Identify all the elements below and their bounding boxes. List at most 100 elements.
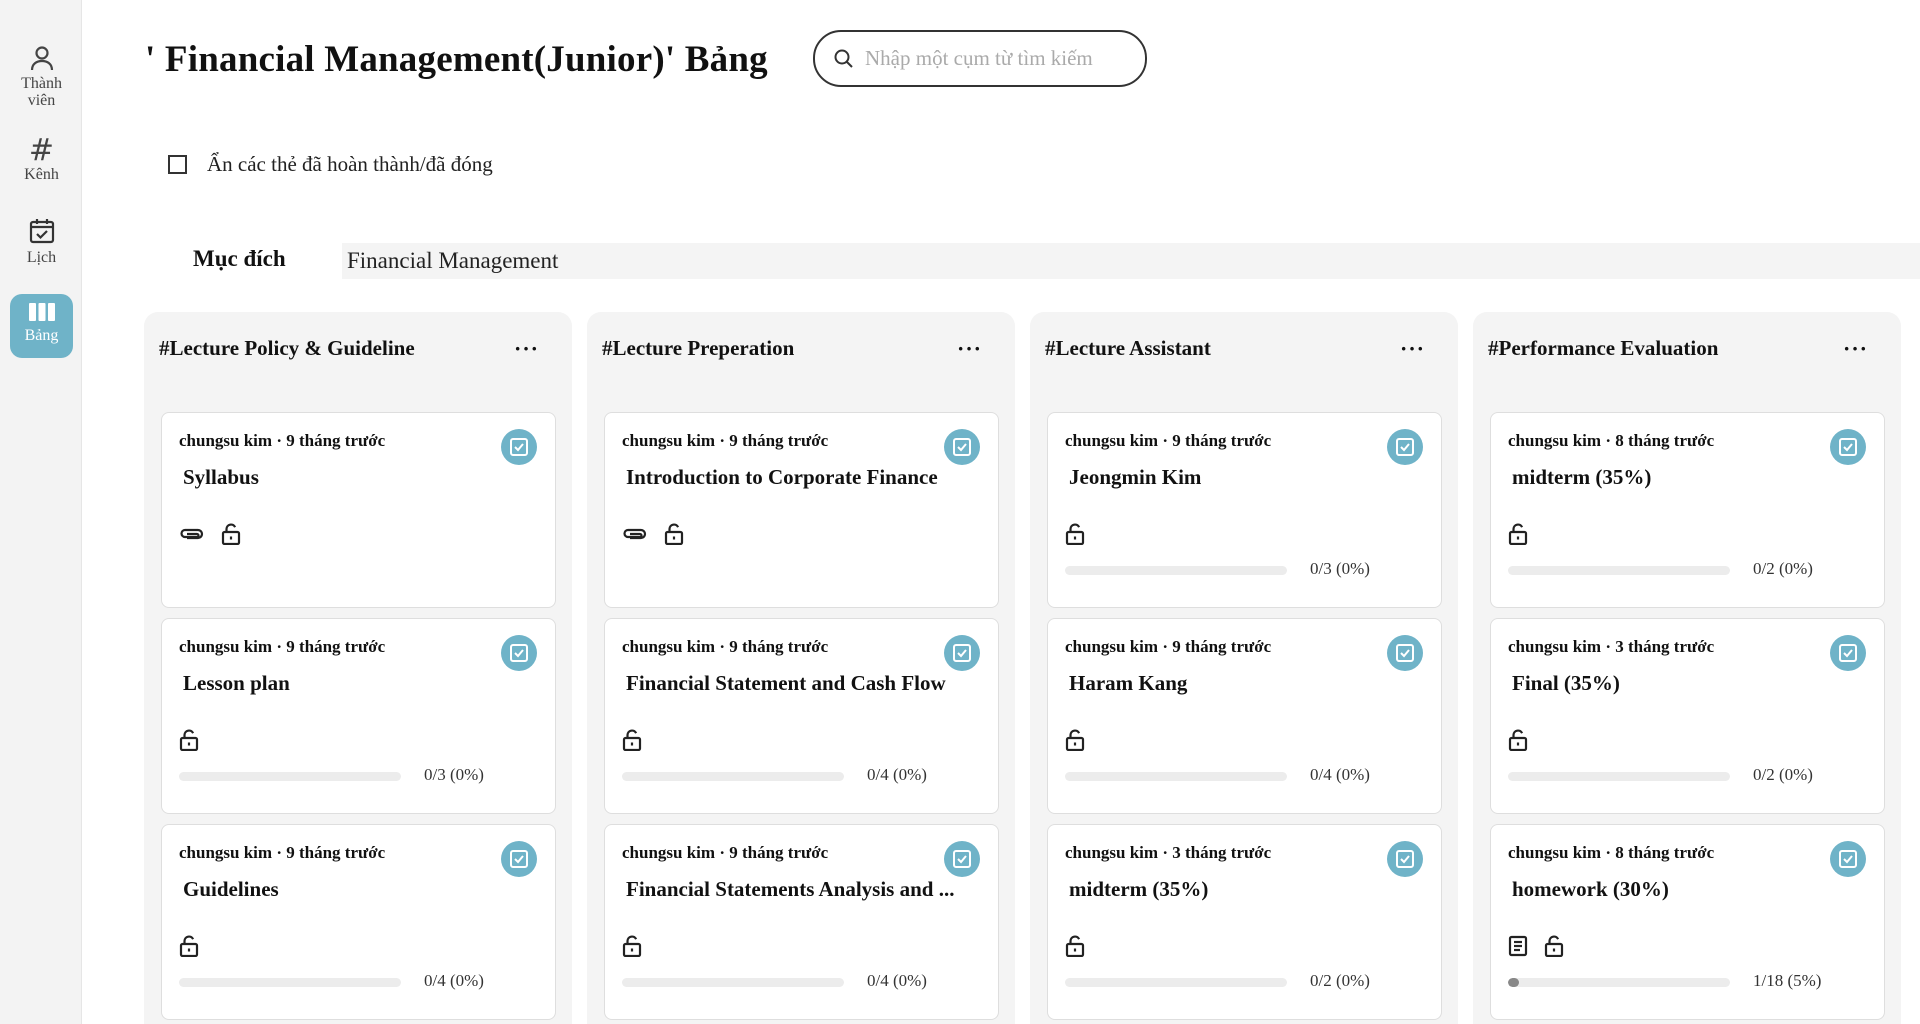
- unlock-icon: [622, 935, 642, 957]
- check-icon[interactable]: [1830, 429, 1866, 465]
- search-box[interactable]: [813, 30, 1147, 87]
- search-input[interactable]: [865, 46, 1125, 71]
- progress-text: 1/18 (5%): [1753, 971, 1822, 990]
- unlock-icon: [1065, 523, 1085, 545]
- progress-text: 0/4 (0%): [424, 971, 484, 990]
- task-card[interactable]: chungsu kim · 3 tháng trước Final (35%) …: [1490, 618, 1885, 814]
- column-header: #Performance Evaluation ···: [1488, 336, 1886, 361]
- task-card[interactable]: chungsu kim · 9 tháng trước Jeongmin Kim…: [1047, 412, 1442, 608]
- check-icon[interactable]: [501, 429, 537, 465]
- sidebar-item-label: viên: [27, 92, 56, 109]
- progress-bar: [1065, 566, 1287, 575]
- column-more-button[interactable]: ···: [1400, 337, 1425, 359]
- progress-text: 0/2 (0%): [1753, 765, 1813, 784]
- card-icons: [1065, 935, 1085, 957]
- card-icons: [1065, 729, 1085, 751]
- card-title: Financial Statements Analysis and ...: [626, 877, 955, 901]
- card-icons: [1065, 523, 1085, 545]
- sidebar-item-label: Bảng: [24, 327, 59, 344]
- progress-bar: [1508, 978, 1730, 987]
- progress-bar: [1508, 772, 1730, 781]
- task-card[interactable]: chungsu kim · 9 tháng trước Syllabus: [161, 412, 556, 608]
- person-icon: [30, 46, 53, 71]
- hide-completed-checkbox[interactable]: [168, 155, 187, 174]
- card-icons: [622, 523, 684, 545]
- sidebar-item-board[interactable]: Bảng: [10, 294, 73, 358]
- progress-bar: [1508, 566, 1730, 575]
- progress-text: 0/2 (0%): [1310, 971, 1370, 990]
- document-icon: [1508, 935, 1528, 957]
- progress-text: 0/4 (0%): [867, 971, 927, 990]
- unlock-icon: [622, 729, 642, 751]
- card-title: Syllabus: [183, 465, 259, 489]
- unlock-icon: [1544, 935, 1564, 957]
- card-meta: chungsu kim · 3 tháng trước: [1065, 843, 1272, 862]
- card-meta: chungsu kim · 9 tháng trước: [622, 637, 829, 656]
- check-icon[interactable]: [1387, 841, 1423, 877]
- column-header: #Lecture Preperation ···: [602, 336, 1000, 361]
- task-card[interactable]: chungsu kim · 8 tháng trước homework (30…: [1490, 824, 1885, 1020]
- check-icon[interactable]: [944, 841, 980, 877]
- task-card[interactable]: chungsu kim · 9 tháng trước Financial St…: [604, 824, 999, 1020]
- progress-bar: [179, 978, 401, 987]
- unlock-icon: [179, 935, 199, 957]
- progress-text: 0/2 (0%): [1753, 559, 1813, 578]
- progress-bar: [622, 978, 844, 987]
- board-column: #Lecture Assistant ··· chungsu kim · 9 th…: [1030, 312, 1458, 1024]
- check-icon[interactable]: [944, 429, 980, 465]
- task-card[interactable]: chungsu kim · 9 tháng trước Guidelines 0…: [161, 824, 556, 1020]
- check-icon[interactable]: [1387, 429, 1423, 465]
- card-title: midterm (35%): [1069, 877, 1209, 901]
- column-more-button[interactable]: ···: [957, 337, 982, 359]
- card-title: homework (30%): [1512, 877, 1669, 901]
- purpose-field[interactable]: Financial Management: [342, 243, 1920, 279]
- column-title: #Lecture Policy & Guideline: [159, 336, 415, 360]
- progress-text: 0/4 (0%): [867, 765, 927, 784]
- task-card[interactable]: chungsu kim · 8 tháng trước midterm (35%…: [1490, 412, 1885, 608]
- card-meta: chungsu kim · 9 tháng trước: [1065, 431, 1272, 450]
- sidebar-item-calendar[interactable]: Lịch: [10, 216, 73, 266]
- unlock-icon: [1508, 729, 1528, 751]
- unlock-icon: [221, 523, 241, 545]
- card-title: Lesson plan: [183, 671, 290, 695]
- sidebar-item-channels[interactable]: # Kênh: [10, 133, 73, 184]
- task-card[interactable]: chungsu kim · 9 tháng trước Haram Kang 0…: [1047, 618, 1442, 814]
- card-meta: chungsu kim · 8 tháng trước: [1508, 431, 1715, 450]
- task-card[interactable]: chungsu kim · 9 tháng trước Financial St…: [604, 618, 999, 814]
- check-icon[interactable]: [1830, 841, 1866, 877]
- progress-bar: [1065, 772, 1287, 781]
- card-meta: chungsu kim · 9 tháng trước: [179, 637, 386, 656]
- card-icons: [622, 729, 642, 751]
- card-icons: [1508, 729, 1528, 751]
- check-icon[interactable]: [501, 635, 537, 671]
- progress-bar: [1065, 978, 1287, 987]
- calendar-icon: [29, 219, 54, 244]
- task-card[interactable]: chungsu kim · 3 tháng trước midterm (35%…: [1047, 824, 1442, 1020]
- check-icon[interactable]: [1830, 635, 1866, 671]
- task-card[interactable]: chungsu kim · 9 tháng trước Introduction…: [604, 412, 999, 608]
- check-icon[interactable]: [501, 841, 537, 877]
- card-icons: [179, 729, 199, 751]
- card-title: Introduction to Corporate Finance: [626, 465, 938, 489]
- sidebar-item-label: Lịch: [26, 249, 57, 266]
- hide-completed-toggle[interactable]: Ẩn các thẻ đã hoàn thành/đã đóng: [168, 152, 493, 177]
- card-title: Haram Kang: [1069, 671, 1188, 695]
- sidebar: Thành viên # Kênh Lịch Bảng: [0, 0, 82, 1024]
- column-more-button[interactable]: ···: [1843, 337, 1868, 359]
- check-icon[interactable]: [944, 635, 980, 671]
- column-header: #Lecture Assistant ···: [1045, 336, 1443, 361]
- board: #Lecture Policy & Guideline ··· chungsu k…: [144, 312, 1920, 1024]
- unlock-icon: [179, 729, 199, 751]
- unlock-icon: [1065, 935, 1085, 957]
- column-more-button[interactable]: ···: [514, 337, 539, 359]
- progress-bar: [179, 772, 401, 781]
- card-meta: chungsu kim · 9 tháng trước: [179, 843, 386, 862]
- page-title: ' Financial Management(Junior)' Bảng: [145, 39, 768, 80]
- progress-text: 0/3 (0%): [424, 765, 484, 784]
- hash-icon: #: [28, 133, 55, 168]
- column-title: #Lecture Preperation: [602, 336, 795, 360]
- check-icon[interactable]: [1387, 635, 1423, 671]
- sidebar-item-members[interactable]: Thành viên: [10, 44, 73, 109]
- column-title: #Lecture Assistant: [1045, 336, 1211, 360]
- task-card[interactable]: chungsu kim · 9 tháng trước Lesson plan …: [161, 618, 556, 814]
